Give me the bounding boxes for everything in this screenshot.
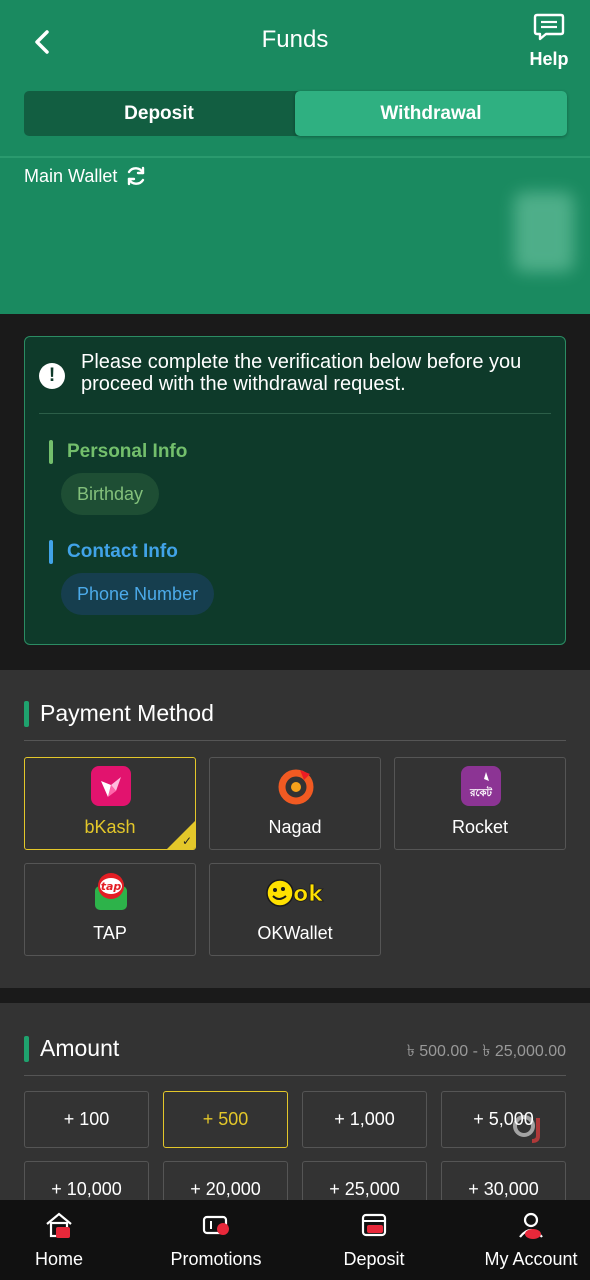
payment-option-okwallet[interactable]: ok OKWallet <box>209 863 381 956</box>
nav-label: Deposit <box>343 1249 405 1269</box>
payment-option-tap[interactable]: tap TAP <box>24 863 196 956</box>
exclamation-icon: ! <box>39 363 65 389</box>
contact-info-label: Contact Info <box>67 541 178 562</box>
section-bar <box>49 440 53 464</box>
page-title: Funds <box>261 26 329 53</box>
svg-text:tap: tap <box>101 880 122 893</box>
amount-option-1000[interactable]: + 1,000 <box>302 1091 427 1148</box>
divider <box>24 1075 566 1076</box>
amount-range: ৳ 500.00 - ৳ 25,000.00 <box>406 1043 566 1060</box>
wallet-label: Main Wallet <box>24 165 118 186</box>
nagad-logo-icon <box>276 766 316 806</box>
contact-info-title: Contact Info <box>49 540 178 564</box>
nav-label: My Account <box>484 1249 578 1269</box>
tab-withdrawal[interactable]: Withdrawal <box>295 91 567 136</box>
nav-label: Home <box>34 1249 83 1269</box>
rocket-logo-icon: রকেট <box>461 766 501 806</box>
divider <box>24 740 566 741</box>
birthday-chip[interactable]: Birthday <box>61 473 160 515</box>
bkash-logo-icon <box>91 766 131 806</box>
nav-label: Promotions <box>170 1249 262 1269</box>
payment-method-heading: Payment Method <box>24 700 214 727</box>
section-bar <box>24 700 29 727</box>
payment-option-label: Rocket <box>451 817 509 837</box>
help-button[interactable]: Help <box>526 12 572 70</box>
main-wallet: Main Wallet <box>24 165 147 187</box>
payment-option-label: Nagad <box>268 817 322 837</box>
bottom-navigation: Home Promotions Deposit My Account <box>0 1200 590 1280</box>
verification-card: ! Please complete the verification below… <box>24 336 566 645</box>
home-icon <box>46 1212 72 1238</box>
watermark-logo <box>513 1115 540 1143</box>
amount-option-100[interactable]: + 100 <box>24 1091 149 1148</box>
svg-text:ok: ok <box>293 882 324 907</box>
nav-my-account[interactable]: My Account <box>480 1200 582 1280</box>
chat-bubble-icon <box>533 13 565 41</box>
payment-method-title: Payment Method <box>40 700 214 726</box>
payment-option-rocket[interactable]: রকেট Rocket <box>394 757 566 850</box>
checkmark-icon: ✓ <box>181 834 192 848</box>
amount-title: Amount <box>40 1035 120 1061</box>
amount-option-500[interactable]: + 500 <box>163 1091 288 1148</box>
ticket-icon <box>202 1215 229 1235</box>
section-bar <box>24 1035 29 1062</box>
payment-option-bkash[interactable]: bKash ✓ <box>24 757 196 850</box>
nav-promotions[interactable]: Promotions <box>166 1200 266 1280</box>
payment-option-nagad[interactable]: Nagad <box>209 757 381 850</box>
svg-text:রকেট: রকেট <box>469 785 493 799</box>
wallet-icon <box>361 1213 387 1237</box>
okwallet-logo-icon: ok <box>262 872 330 912</box>
funds-header: Funds Help Deposit Withdrawal Main Walle… <box>0 0 590 314</box>
nav-home[interactable]: Home <box>14 1200 104 1280</box>
payment-option-label: TAP <box>93 923 127 943</box>
wallet-balance-blurred <box>514 192 574 272</box>
funds-page: Funds Help Deposit Withdrawal Main Walle… <box>0 0 590 1280</box>
personal-info-label: Personal Info <box>67 441 188 462</box>
section-bar <box>49 540 53 564</box>
funds-tabs: Deposit Withdrawal <box>24 91 567 136</box>
tab-deposit[interactable]: Deposit <box>24 91 294 136</box>
payment-method-section: Payment Method bKash ✓ Nagad রকেট Rocket… <box>0 670 590 988</box>
nav-deposit[interactable]: Deposit <box>329 1200 419 1280</box>
phone-number-chip[interactable]: Phone Number <box>61 573 215 615</box>
account-icon <box>519 1212 543 1239</box>
help-label: Help <box>529 49 569 69</box>
verification-message: Please complete the verification below b… <box>81 351 522 395</box>
verification-notice: ! Please complete the verification below… <box>39 351 551 395</box>
header-divider <box>0 156 590 158</box>
payment-option-label: OKWallet <box>257 923 333 943</box>
amount-heading: Amount <box>24 1035 119 1062</box>
tap-logo-icon: tap <box>91 872 131 912</box>
personal-info-title: Personal Info <box>49 440 187 464</box>
refresh-icon[interactable] <box>125 165 147 187</box>
divider <box>39 413 551 414</box>
